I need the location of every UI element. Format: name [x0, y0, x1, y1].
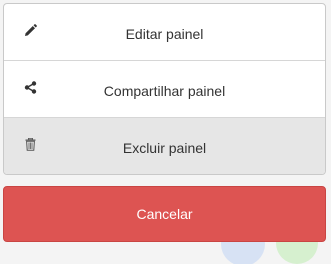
delete-panel-item[interactable]: Excluir painel — [4, 118, 325, 174]
delete-panel-label: Excluir painel — [122, 139, 207, 156]
action-sheet-screen: Editar painel Compartilhar painel Exclui… — [0, 0, 331, 264]
share-panel-label: Compartilhar painel — [103, 82, 226, 99]
cancel-button-label: Cancelar — [136, 206, 193, 222]
share-icon — [23, 80, 37, 94]
trash-icon — [23, 137, 37, 151]
share-panel-item[interactable]: Compartilhar painel — [4, 61, 325, 118]
pencil-icon — [23, 23, 37, 37]
cancel-button[interactable]: Cancelar — [3, 186, 326, 242]
edit-panel-label: Editar painel — [125, 25, 204, 42]
edit-panel-item[interactable]: Editar painel — [4, 4, 325, 61]
action-menu: Editar painel Compartilhar painel Exclui… — [3, 3, 326, 175]
